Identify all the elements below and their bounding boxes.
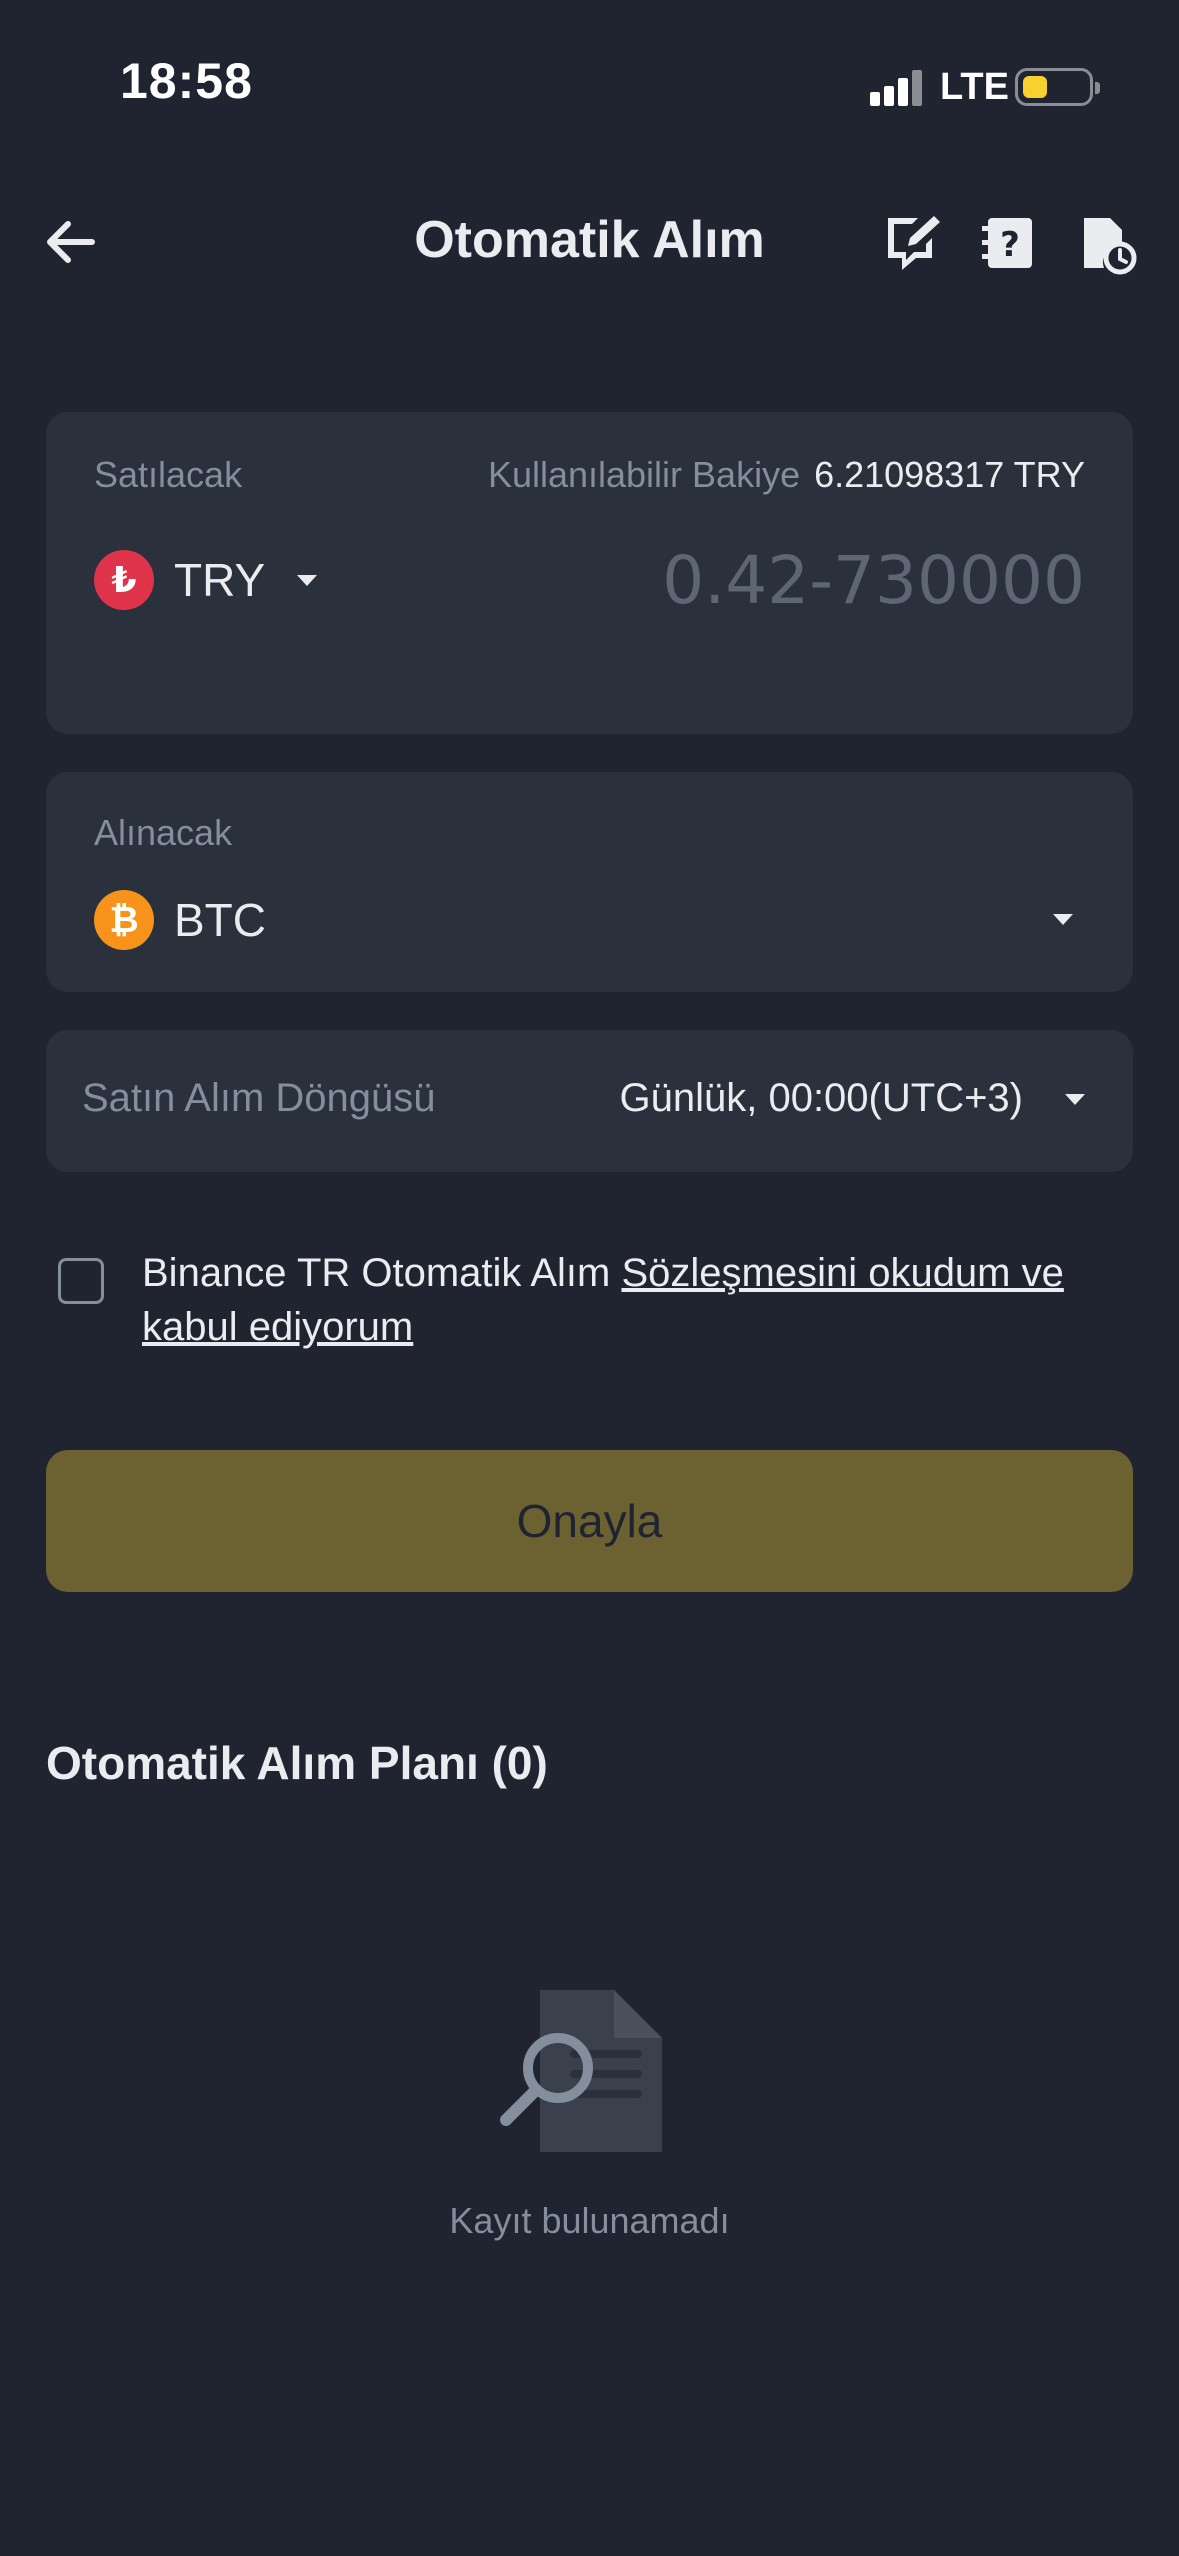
balance-value: 6.21098317 TRY <box>814 454 1085 495</box>
amount-input[interactable] <box>525 542 1085 619</box>
confirm-button[interactable]: Onayla <box>46 1450 1133 1592</box>
sell-card: Satılacak Kullanılabilir Bakiye 6.210983… <box>46 412 1133 734</box>
buy-card[interactable]: Alınacak ₿ BTC <box>46 772 1133 992</box>
cycle-value: Günlük, 00:00(UTC+3) <box>619 1076 1023 1120</box>
edit-chat-button[interactable] <box>884 212 944 276</box>
no-records-icon <box>496 1990 676 2160</box>
sell-coin-selector[interactable]: ₺ TRY <box>94 550 318 610</box>
terms-checkbox[interactable] <box>58 1258 104 1304</box>
help-book-icon: ? <box>982 218 1032 268</box>
history-doc-icon <box>1084 218 1137 275</box>
cycle-label: Satın Alım Döngüsü <box>82 1076 436 1120</box>
plan-title: Otomatik Alım Planı (0) <box>46 1737 548 1789</box>
balance-label: Kullanılabilir Bakiye <box>487 454 801 495</box>
chevron-down-icon <box>297 574 318 586</box>
svg-text:?: ? <box>1000 225 1020 265</box>
buy-coin-name: BTC <box>174 894 266 946</box>
available-balance: Kullanılabilir Bakiye 6.21098317 TRY <box>488 454 1085 496</box>
terms-text: Binance TR Otomatik Alım Sözleşmesini ok… <box>142 1246 1122 1354</box>
network-type: LTE <box>940 66 1009 108</box>
status-time: 18:58 <box>120 53 253 109</box>
edit-chat-icon <box>888 216 940 270</box>
btc-coin-icon: ₿ <box>94 890 154 950</box>
try-coin-icon: ₺ <box>94 550 154 610</box>
signal-strength-icon <box>870 68 924 106</box>
purchase-cycle-selector[interactable]: Satın Alım Döngüsü Günlük, 00:00(UTC+3) <box>46 1030 1133 1172</box>
terms-prefix: Binance TR Otomatik Alım <box>142 1251 622 1295</box>
buy-label: Alınacak <box>94 812 233 853</box>
help-guide-button[interactable]: ? <box>980 212 1040 276</box>
buy-coin-selector[interactable]: ₿ BTC <box>94 890 266 950</box>
history-button[interactable] <box>1078 212 1138 276</box>
sell-coin-name: TRY <box>174 554 266 606</box>
empty-state-text: Kayıt bulunamadı <box>449 2200 730 2241</box>
sell-label: Satılacak <box>94 454 243 495</box>
chevron-down-icon <box>1065 1094 1085 1105</box>
battery-icon <box>1015 68 1100 106</box>
chevron-down-icon <box>1053 914 1073 925</box>
